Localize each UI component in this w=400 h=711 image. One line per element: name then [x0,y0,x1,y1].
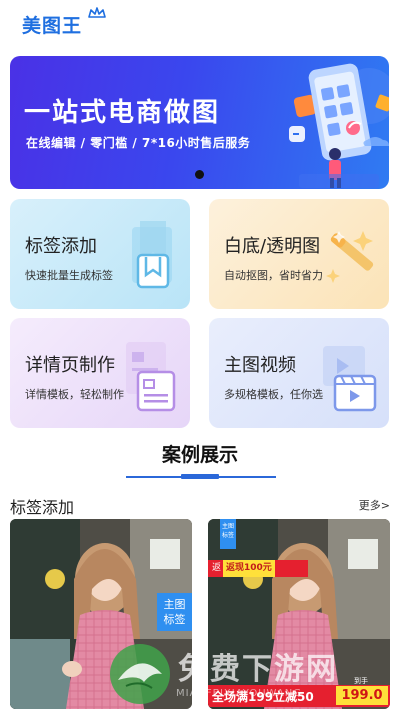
main-image-tag-small: 主图 标签 [220,519,236,549]
app-header: 美图王 [0,0,400,50]
cashback-badge: 返现100元 [223,560,275,577]
document-icon [126,342,176,412]
watermark-subtext: MIANFEIXIAYOUWANG [176,688,302,699]
feature-desc: 详情模板，轻松制作 [25,388,124,401]
feature-card-detail-page[interactable]: 详情页制作 详情模板，轻松制作 [10,318,190,428]
cashback-strip: 返返现100元 [208,560,308,577]
feature-desc: 快速批量生成标签 [25,269,113,282]
feature-desc: 多规格模板，任你选 [224,388,323,401]
price-badge: 199.0 [336,686,388,705]
section-title: 案例展示 [161,444,238,466]
feature-title: 标签添加 [25,236,97,257]
feature-title: 详情页制作 [25,355,115,376]
case-image-1[interactable]: 主图 标签 [10,519,192,709]
cashback-prefix: 返 [212,563,222,573]
crown-icon [88,7,106,18]
bookmark-icon [132,221,172,289]
feature-card-label-add[interactable]: 标签添加 快速批量生成标签 [10,199,190,309]
phone-illustration-icon [289,63,389,188]
main-image-tag: 主图 标签 [157,593,192,631]
watermark-text: 免费下游网 [178,652,338,687]
magic-wand-icon [326,231,374,283]
feature-card-main-video[interactable]: 主图视频 多规格模板，任你选 [209,318,389,428]
section-divider-highlight [181,474,219,479]
feature-card-white-bg[interactable]: 白底/透明图 自动抠图，省时省力 [209,199,389,309]
carousel-indicator[interactable] [195,170,204,179]
category-title: 标签添加 [10,498,75,517]
video-icon [323,346,377,412]
logo-text: 美图王 [22,14,83,37]
feature-title: 白底/透明图 [224,236,321,257]
app-logo[interactable]: 美图王 [22,7,106,39]
price-label: 到手 [354,677,368,685]
feature-desc: 自动抠图，省时省力 [224,269,323,282]
more-link[interactable]: 更多> [359,497,390,513]
banner-subtitle: 在线编辑 / 零门槛 / 7*16小时售后服务 [26,136,251,150]
feature-title: 主图视频 [224,355,296,376]
banner-title: 一站式电商做图 [24,98,221,128]
